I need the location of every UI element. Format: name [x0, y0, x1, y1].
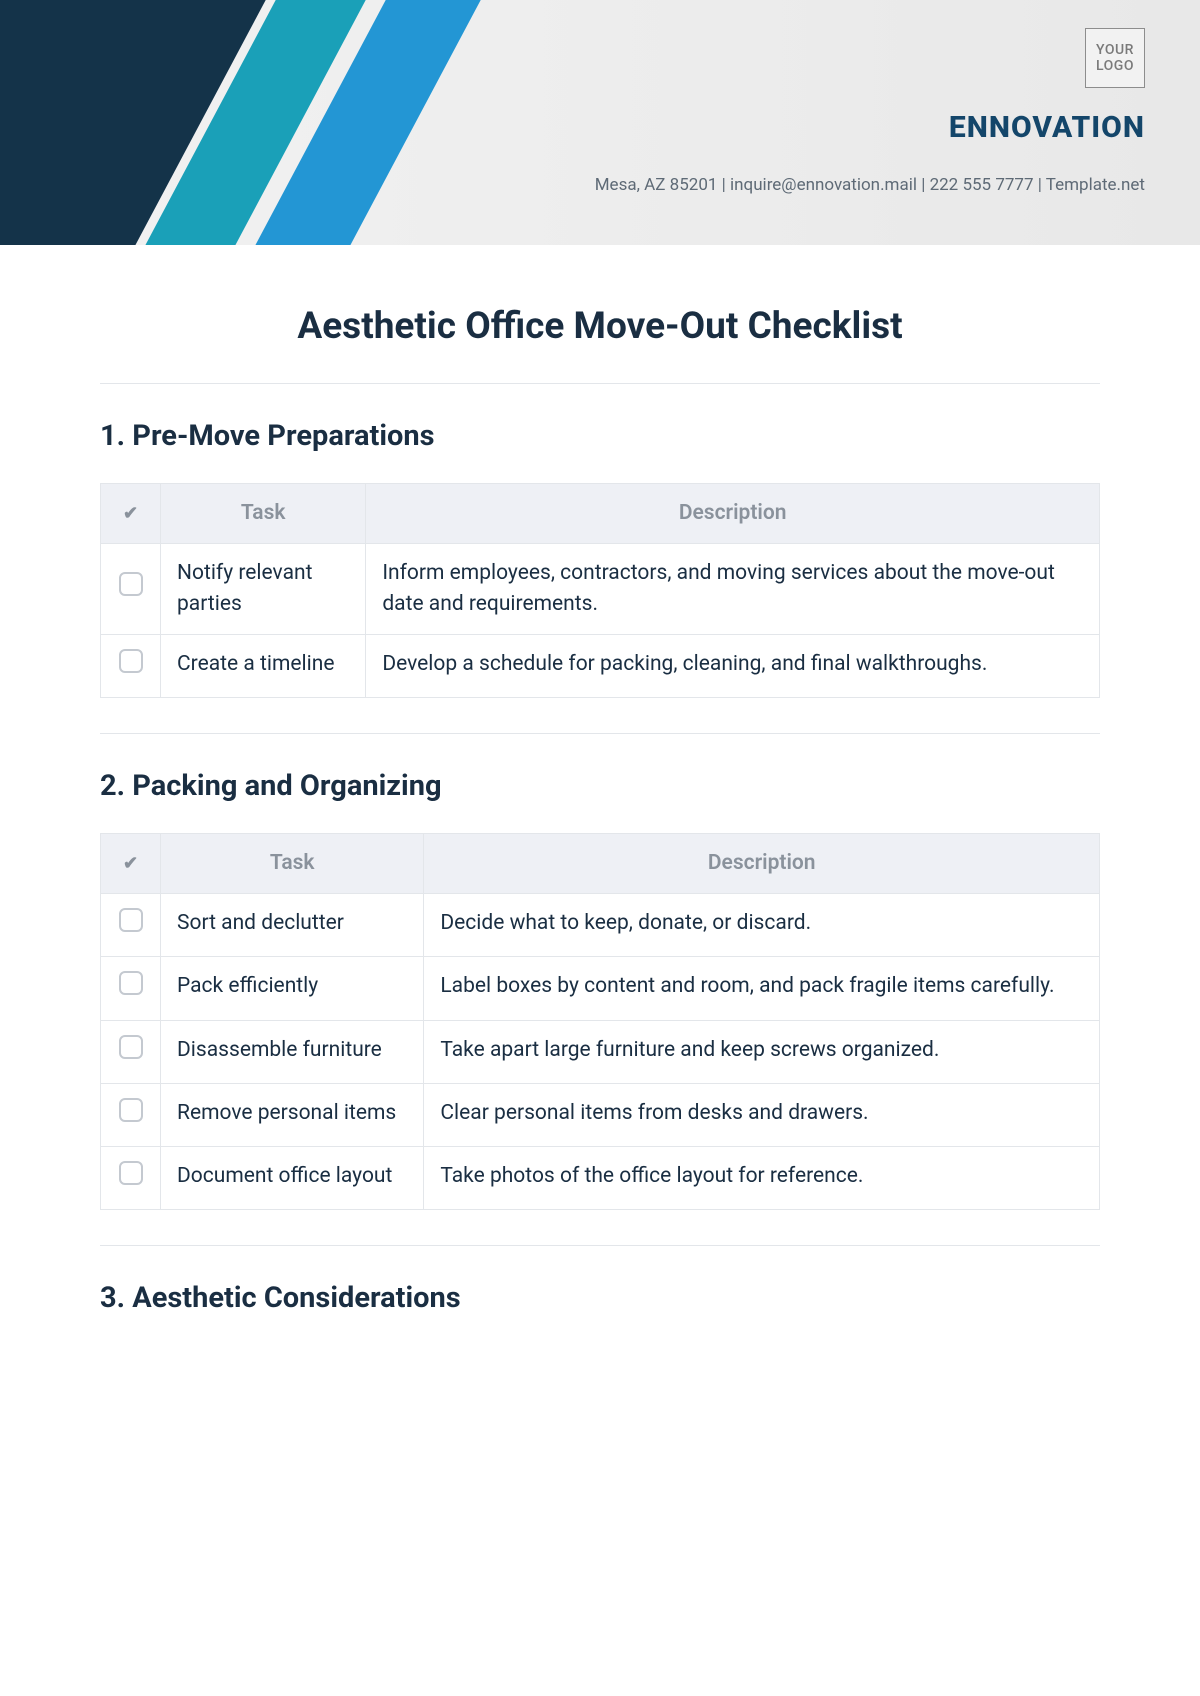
col-check: ✔ [101, 484, 161, 544]
cell-task: Create a timeline [161, 635, 366, 698]
checkbox-icon [119, 1161, 143, 1185]
check-icon: ✔ [123, 853, 138, 874]
contact-line: Mesa, AZ 85201 | inquire@ennovation.mail… [595, 175, 1145, 195]
section-heading: 2. Packing and Organizing [100, 769, 1100, 803]
checkbox-cell[interactable] [101, 957, 161, 1020]
table-row: Disassemble furniture Take apart large f… [101, 1020, 1100, 1083]
cell-task: Pack efficiently [161, 957, 424, 1020]
col-check: ✔ [101, 834, 161, 894]
checklist-table-1: ✔ Task Description Notify relevant parti… [100, 483, 1100, 698]
table-row: Notify relevant parties Inform employees… [101, 544, 1100, 635]
table-row: Remove personal items Clear personal ite… [101, 1083, 1100, 1146]
col-desc: Description [424, 834, 1100, 894]
checkbox-cell[interactable] [101, 635, 161, 698]
cell-desc: Decide what to keep, donate, or discard. [424, 894, 1100, 957]
cell-task: Sort and declutter [161, 894, 424, 957]
table-header-row: ✔ Task Description [101, 484, 1100, 544]
section-heading: 1. Pre-Move Preparations [100, 419, 1100, 453]
section-heading: 3. Aesthetic Considerations [100, 1281, 1100, 1315]
brand-name: ENNOVATION [949, 110, 1145, 145]
cell-desc: Inform employees, contractors, and movin… [366, 544, 1100, 635]
cell-task: Document office layout [161, 1146, 424, 1209]
checkbox-icon [119, 649, 143, 673]
checkbox-cell[interactable] [101, 1083, 161, 1146]
page-title: Aesthetic Office Move-Out Checklist [100, 305, 1100, 348]
document-page: YOURLOGO ENNOVATION Mesa, AZ 85201 | inq… [0, 0, 1200, 1696]
checkbox-cell[interactable] [101, 1020, 161, 1083]
checkbox-icon [119, 572, 143, 596]
checkbox-icon [119, 1035, 143, 1059]
checklist-table-2: ✔ Task Description Sort and declutter De… [100, 833, 1100, 1209]
col-desc: Description [366, 484, 1100, 544]
cell-desc: Take apart large furniture and keep scre… [424, 1020, 1100, 1083]
col-task: Task [161, 834, 424, 894]
cell-desc: Clear personal items from desks and draw… [424, 1083, 1100, 1146]
col-task: Task [161, 484, 366, 544]
cell-task: Notify relevant parties [161, 544, 366, 635]
table-row: Document office layout Take photos of th… [101, 1146, 1100, 1209]
table-row: Pack efficiently Label boxes by content … [101, 957, 1100, 1020]
cell-desc: Develop a schedule for packing, cleaning… [366, 635, 1100, 698]
cell-desc: Label boxes by content and room, and pac… [424, 957, 1100, 1020]
table-row: Sort and declutter Decide what to keep, … [101, 894, 1100, 957]
checkbox-icon [119, 971, 143, 995]
checkbox-icon [119, 908, 143, 932]
cell-desc: Take photos of the office layout for ref… [424, 1146, 1100, 1209]
document-body: Aesthetic Office Move-Out Checklist 1. P… [0, 245, 1200, 1385]
document-header: YOURLOGO ENNOVATION Mesa, AZ 85201 | inq… [0, 0, 1200, 245]
cell-task: Remove personal items [161, 1083, 424, 1146]
table-row: Create a timeline Develop a schedule for… [101, 635, 1100, 698]
check-icon: ✔ [123, 503, 138, 524]
checkbox-cell[interactable] [101, 894, 161, 957]
divider [100, 733, 1100, 734]
checkbox-icon [119, 1098, 143, 1122]
checkbox-cell[interactable] [101, 1146, 161, 1209]
divider [100, 1245, 1100, 1246]
divider [100, 383, 1100, 384]
table-header-row: ✔ Task Description [101, 834, 1100, 894]
logo-placeholder: YOURLOGO [1085, 28, 1145, 88]
cell-task: Disassemble furniture [161, 1020, 424, 1083]
checkbox-cell[interactable] [101, 544, 161, 635]
